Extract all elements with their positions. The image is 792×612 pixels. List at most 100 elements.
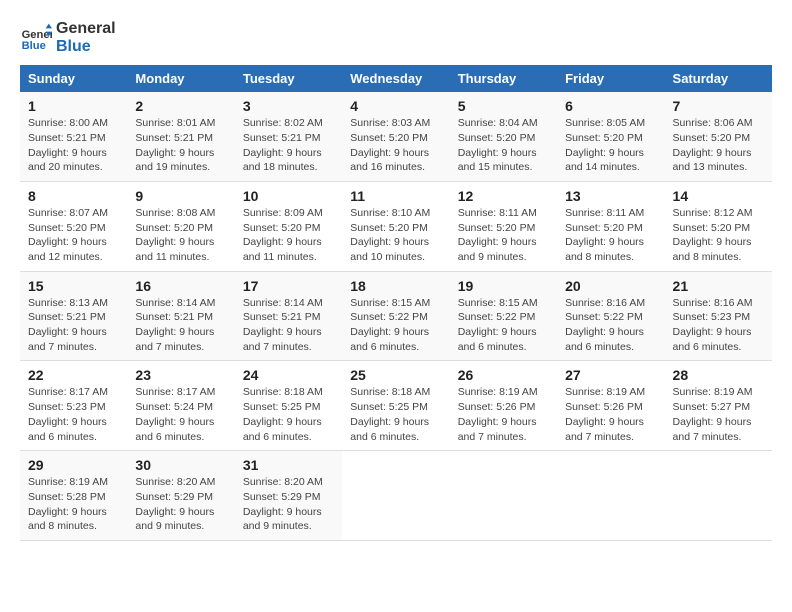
day-number: 3: [243, 98, 334, 114]
day-number: 5: [458, 98, 549, 114]
day-number: 23: [135, 367, 226, 383]
day-number: 6: [565, 98, 656, 114]
week-row-1: 1 Sunrise: 8:00 AM Sunset: 5:21 PM Dayli…: [20, 92, 772, 181]
day-cell: [665, 451, 772, 541]
day-cell: 12 Sunrise: 8:11 AM Sunset: 5:20 PM Dayl…: [450, 181, 557, 271]
day-info: Sunrise: 8:02 AM Sunset: 5:21 PM Dayligh…: [243, 116, 334, 175]
day-info: Sunrise: 8:15 AM Sunset: 5:22 PM Dayligh…: [350, 296, 441, 355]
day-cell: 20 Sunrise: 8:16 AM Sunset: 5:22 PM Dayl…: [557, 271, 664, 361]
day-cell: 29 Sunrise: 8:19 AM Sunset: 5:28 PM Dayl…: [20, 451, 127, 541]
day-number: 25: [350, 367, 441, 383]
day-info: Sunrise: 8:13 AM Sunset: 5:21 PM Dayligh…: [28, 296, 119, 355]
day-number: 27: [565, 367, 656, 383]
day-info: Sunrise: 8:00 AM Sunset: 5:21 PM Dayligh…: [28, 116, 119, 175]
day-cell: 8 Sunrise: 8:07 AM Sunset: 5:20 PM Dayli…: [20, 181, 127, 271]
day-number: 2: [135, 98, 226, 114]
day-cell: 9 Sunrise: 8:08 AM Sunset: 5:20 PM Dayli…: [127, 181, 234, 271]
day-info: Sunrise: 8:16 AM Sunset: 5:23 PM Dayligh…: [673, 296, 764, 355]
day-number: 9: [135, 188, 226, 204]
day-number: 12: [458, 188, 549, 204]
day-cell: 10 Sunrise: 8:09 AM Sunset: 5:20 PM Dayl…: [235, 181, 342, 271]
day-info: Sunrise: 8:19 AM Sunset: 5:28 PM Dayligh…: [28, 475, 119, 534]
day-cell: 24 Sunrise: 8:18 AM Sunset: 5:25 PM Dayl…: [235, 361, 342, 451]
header-cell-thursday: Thursday: [450, 65, 557, 92]
day-number: 1: [28, 98, 119, 114]
day-info: Sunrise: 8:03 AM Sunset: 5:20 PM Dayligh…: [350, 116, 441, 175]
day-cell: 11 Sunrise: 8:10 AM Sunset: 5:20 PM Dayl…: [342, 181, 449, 271]
day-cell: 26 Sunrise: 8:19 AM Sunset: 5:26 PM Dayl…: [450, 361, 557, 451]
day-number: 17: [243, 278, 334, 294]
page-header: General Blue General Blue: [20, 20, 772, 55]
day-info: Sunrise: 8:05 AM Sunset: 5:20 PM Dayligh…: [565, 116, 656, 175]
day-cell: 28 Sunrise: 8:19 AM Sunset: 5:27 PM Dayl…: [665, 361, 772, 451]
logo: General Blue General Blue: [20, 20, 116, 55]
day-info: Sunrise: 8:06 AM Sunset: 5:20 PM Dayligh…: [673, 116, 764, 175]
day-cell: 3 Sunrise: 8:02 AM Sunset: 5:21 PM Dayli…: [235, 92, 342, 181]
day-cell: 16 Sunrise: 8:14 AM Sunset: 5:21 PM Dayl…: [127, 271, 234, 361]
day-number: 16: [135, 278, 226, 294]
day-cell: 4 Sunrise: 8:03 AM Sunset: 5:20 PM Dayli…: [342, 92, 449, 181]
day-cell: 30 Sunrise: 8:20 AM Sunset: 5:29 PM Dayl…: [127, 451, 234, 541]
day-info: Sunrise: 8:17 AM Sunset: 5:24 PM Dayligh…: [135, 385, 226, 444]
day-number: 18: [350, 278, 441, 294]
day-info: Sunrise: 8:10 AM Sunset: 5:20 PM Dayligh…: [350, 206, 441, 265]
day-info: Sunrise: 8:04 AM Sunset: 5:20 PM Dayligh…: [458, 116, 549, 175]
day-cell: [557, 451, 664, 541]
day-cell: 19 Sunrise: 8:15 AM Sunset: 5:22 PM Dayl…: [450, 271, 557, 361]
day-info: Sunrise: 8:11 AM Sunset: 5:20 PM Dayligh…: [458, 206, 549, 265]
day-info: Sunrise: 8:20 AM Sunset: 5:29 PM Dayligh…: [243, 475, 334, 534]
header-cell-friday: Friday: [557, 65, 664, 92]
day-info: Sunrise: 8:14 AM Sunset: 5:21 PM Dayligh…: [243, 296, 334, 355]
day-cell: 7 Sunrise: 8:06 AM Sunset: 5:20 PM Dayli…: [665, 92, 772, 181]
day-info: Sunrise: 8:16 AM Sunset: 5:22 PM Dayligh…: [565, 296, 656, 355]
day-cell: 27 Sunrise: 8:19 AM Sunset: 5:26 PM Dayl…: [557, 361, 664, 451]
day-number: 22: [28, 367, 119, 383]
day-cell: 31 Sunrise: 8:20 AM Sunset: 5:29 PM Dayl…: [235, 451, 342, 541]
day-info: Sunrise: 8:11 AM Sunset: 5:20 PM Dayligh…: [565, 206, 656, 265]
header-cell-wednesday: Wednesday: [342, 65, 449, 92]
day-number: 31: [243, 457, 334, 473]
day-number: 29: [28, 457, 119, 473]
day-number: 10: [243, 188, 334, 204]
day-number: 8: [28, 188, 119, 204]
day-number: 15: [28, 278, 119, 294]
day-info: Sunrise: 8:12 AM Sunset: 5:20 PM Dayligh…: [673, 206, 764, 265]
day-number: 11: [350, 188, 441, 204]
day-cell: 5 Sunrise: 8:04 AM Sunset: 5:20 PM Dayli…: [450, 92, 557, 181]
day-cell: 1 Sunrise: 8:00 AM Sunset: 5:21 PM Dayli…: [20, 92, 127, 181]
day-info: Sunrise: 8:18 AM Sunset: 5:25 PM Dayligh…: [243, 385, 334, 444]
calendar-body: 1 Sunrise: 8:00 AM Sunset: 5:21 PM Dayli…: [20, 92, 772, 540]
week-row-2: 8 Sunrise: 8:07 AM Sunset: 5:20 PM Dayli…: [20, 181, 772, 271]
day-cell: 21 Sunrise: 8:16 AM Sunset: 5:23 PM Dayl…: [665, 271, 772, 361]
header-cell-sunday: Sunday: [20, 65, 127, 92]
day-cell: 22 Sunrise: 8:17 AM Sunset: 5:23 PM Dayl…: [20, 361, 127, 451]
day-cell: 17 Sunrise: 8:14 AM Sunset: 5:21 PM Dayl…: [235, 271, 342, 361]
day-number: 4: [350, 98, 441, 114]
day-info: Sunrise: 8:09 AM Sunset: 5:20 PM Dayligh…: [243, 206, 334, 265]
day-info: Sunrise: 8:18 AM Sunset: 5:25 PM Dayligh…: [350, 385, 441, 444]
day-number: 26: [458, 367, 549, 383]
day-info: Sunrise: 8:19 AM Sunset: 5:26 PM Dayligh…: [458, 385, 549, 444]
day-info: Sunrise: 8:17 AM Sunset: 5:23 PM Dayligh…: [28, 385, 119, 444]
calendar-header: SundayMondayTuesdayWednesdayThursdayFrid…: [20, 65, 772, 92]
day-cell: [342, 451, 449, 541]
week-row-5: 29 Sunrise: 8:19 AM Sunset: 5:28 PM Dayl…: [20, 451, 772, 541]
logo-icon: General Blue: [20, 22, 52, 54]
day-info: Sunrise: 8:01 AM Sunset: 5:21 PM Dayligh…: [135, 116, 226, 175]
day-cell: 6 Sunrise: 8:05 AM Sunset: 5:20 PM Dayli…: [557, 92, 664, 181]
day-info: Sunrise: 8:14 AM Sunset: 5:21 PM Dayligh…: [135, 296, 226, 355]
day-number: 19: [458, 278, 549, 294]
day-cell: 25 Sunrise: 8:18 AM Sunset: 5:25 PM Dayl…: [342, 361, 449, 451]
day-number: 7: [673, 98, 764, 114]
day-number: 20: [565, 278, 656, 294]
day-number: 28: [673, 367, 764, 383]
day-cell: 15 Sunrise: 8:13 AM Sunset: 5:21 PM Dayl…: [20, 271, 127, 361]
day-info: Sunrise: 8:15 AM Sunset: 5:22 PM Dayligh…: [458, 296, 549, 355]
day-info: Sunrise: 8:08 AM Sunset: 5:20 PM Dayligh…: [135, 206, 226, 265]
calendar-table: SundayMondayTuesdayWednesdayThursdayFrid…: [20, 65, 772, 541]
day-cell: 14 Sunrise: 8:12 AM Sunset: 5:20 PM Dayl…: [665, 181, 772, 271]
day-info: Sunrise: 8:07 AM Sunset: 5:20 PM Dayligh…: [28, 206, 119, 265]
day-cell: [450, 451, 557, 541]
day-cell: 18 Sunrise: 8:15 AM Sunset: 5:22 PM Dayl…: [342, 271, 449, 361]
day-cell: 13 Sunrise: 8:11 AM Sunset: 5:20 PM Dayl…: [557, 181, 664, 271]
